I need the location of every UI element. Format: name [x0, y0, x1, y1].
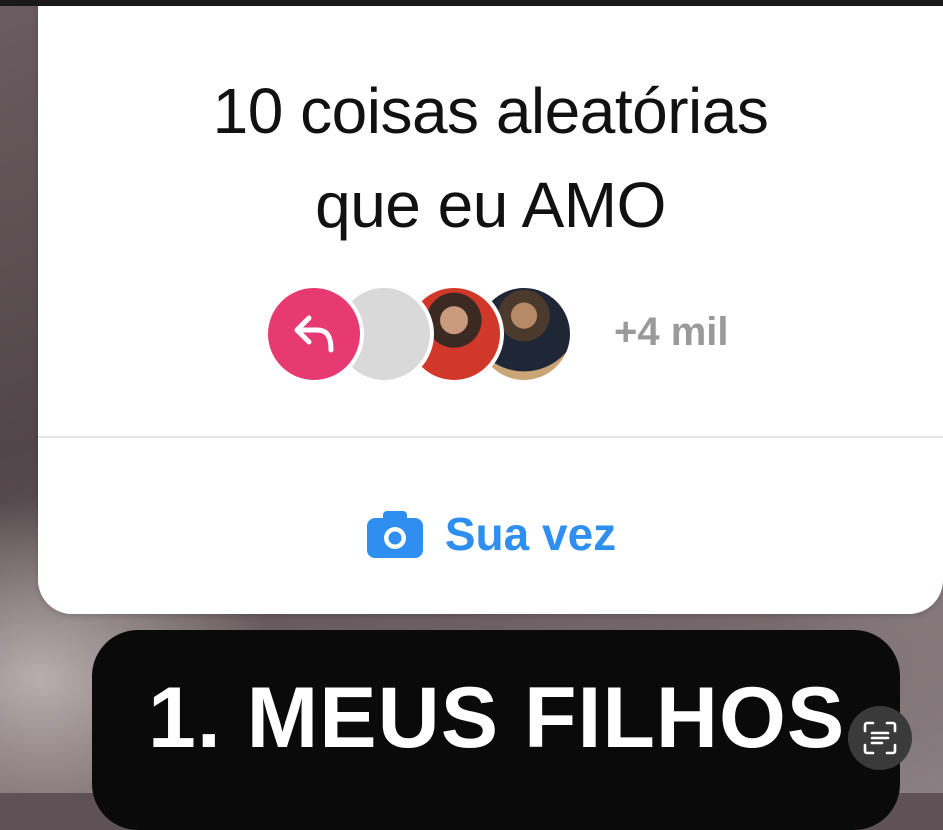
text-scan-button[interactable] [848, 706, 912, 770]
question-title: 10 coisas aleatórias que eu AMO [38, 64, 943, 252]
question-sticker-card[interactable]: 10 coisas aleatórias que eu AMO +4 mil S… [38, 6, 943, 614]
reply-badge[interactable] [264, 284, 364, 384]
reply-arrow-icon [294, 315, 334, 353]
your-turn-button[interactable]: Sua vez [38, 506, 943, 562]
text-scan-icon [863, 721, 897, 755]
caption-text: 1. MEUS FILHOS [148, 670, 846, 766]
question-title-line-2: que eu AMO [315, 169, 666, 241]
responders-row[interactable]: +4 mil [264, 284, 764, 384]
caption-box: 1. MEUS FILHOS [92, 630, 900, 830]
camera-icon [366, 511, 423, 558]
divider [38, 436, 943, 438]
question-title-line-1: 10 coisas aleatórias [212, 75, 769, 147]
responders-count: +4 mil [614, 310, 729, 354]
your-turn-label: Sua vez [444, 508, 617, 560]
